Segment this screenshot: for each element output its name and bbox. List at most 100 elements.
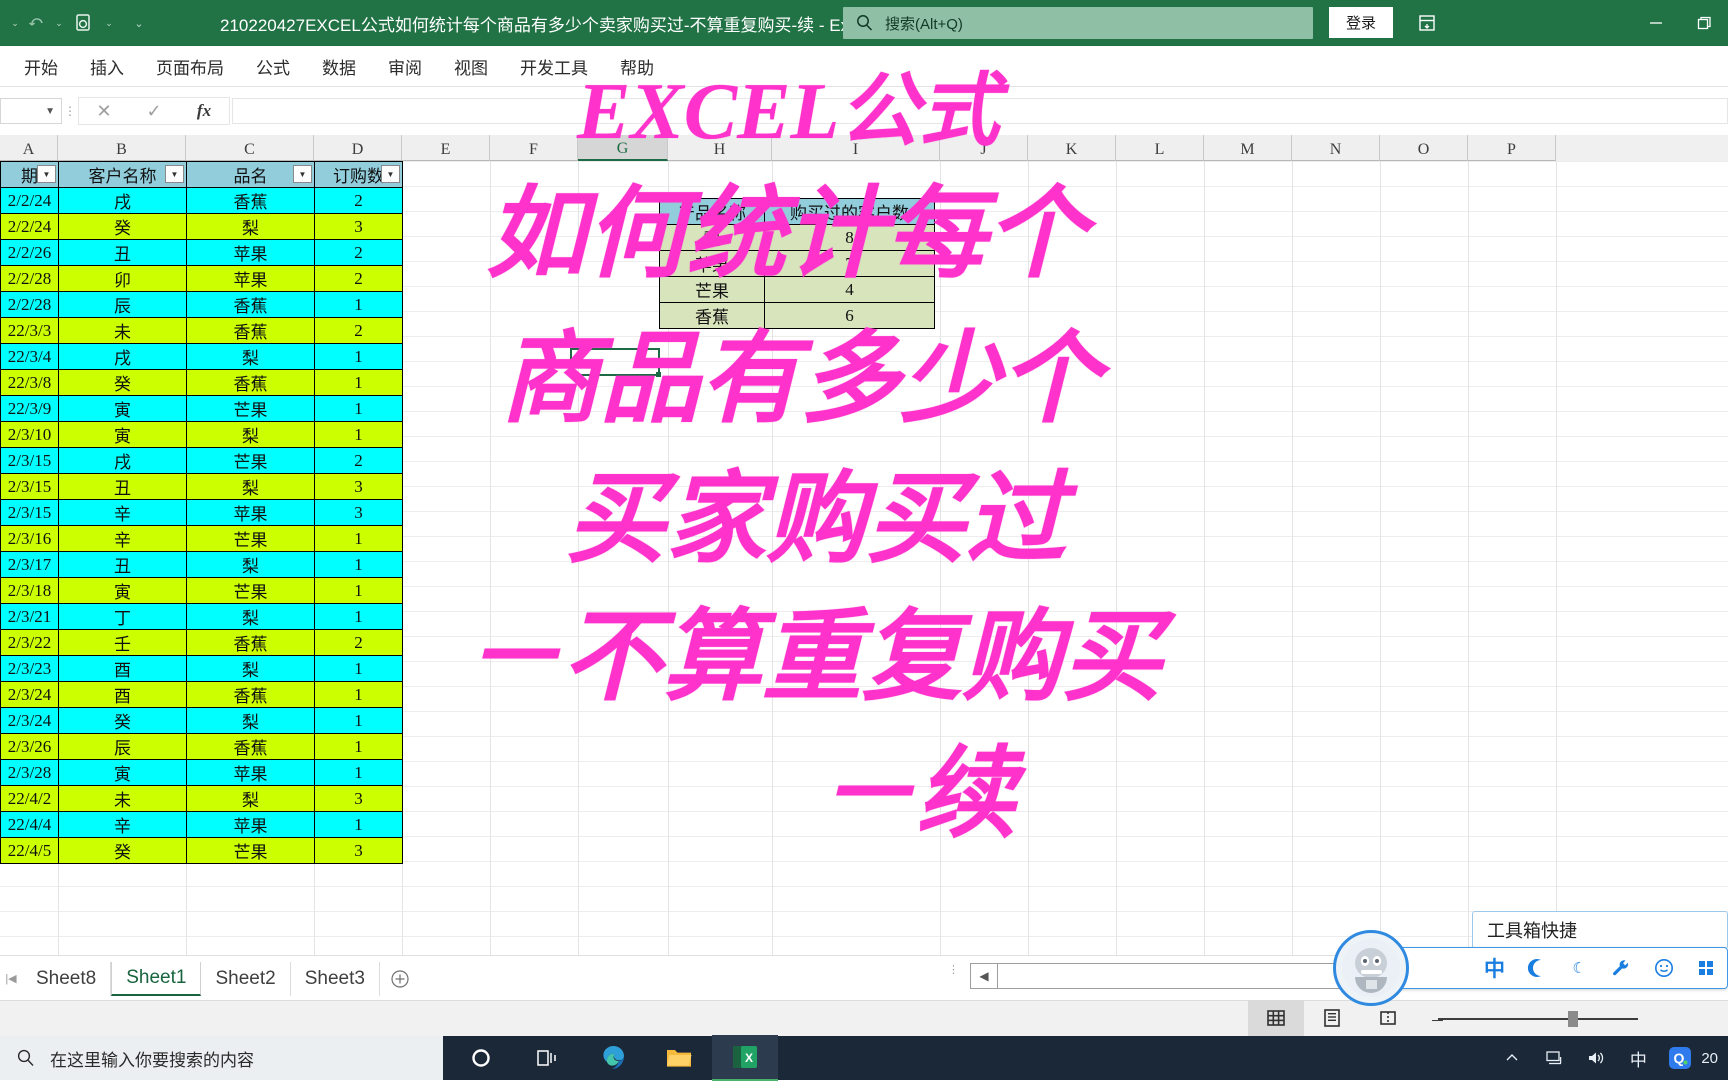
cell-date[interactable]: 2/3/16	[0, 525, 59, 552]
cell-product[interactable]: 梨	[186, 785, 315, 812]
tab-home[interactable]: 开始	[8, 50, 74, 83]
cell-qty[interactable]: 3	[314, 499, 403, 526]
task-view-icon[interactable]	[514, 1036, 580, 1080]
cell-product[interactable]: 芒果	[186, 395, 315, 422]
column-header-k[interactable]: K	[1028, 135, 1116, 161]
cell-customer[interactable]: 酉	[58, 681, 187, 708]
cell-customer[interactable]: 辛	[58, 525, 187, 552]
cell-product[interactable]: 苹果	[186, 811, 315, 838]
cell-qty[interactable]: 3	[314, 785, 403, 812]
table-row[interactable]: 2/3/22 壬香蕉 2	[0, 629, 403, 656]
filter-dropdown-icon[interactable]: ▼	[37, 165, 56, 183]
show-hidden-icons[interactable]	[1491, 1036, 1533, 1080]
column-header-o[interactable]: O	[1380, 135, 1468, 161]
zoom-out-button[interactable]: －	[1430, 1010, 1445, 1031]
cell-date[interactable]: 2/3/18	[0, 577, 59, 604]
table-row[interactable]: 22/4/5 癸芒果 3	[0, 837, 403, 864]
table-row[interactable]: 2/2/28 辰香蕉 1	[0, 291, 403, 318]
cell-product[interactable]: 梨	[186, 421, 315, 448]
table-row[interactable]: 22/4/4 辛苹果 1	[0, 811, 403, 838]
cell-date[interactable]: 2/3/24	[0, 681, 59, 708]
tab-developer[interactable]: 开发工具	[504, 50, 604, 83]
cell-product[interactable]: 梨	[186, 655, 315, 682]
normal-view-icon[interactable]	[1248, 1000, 1304, 1036]
filter-dropdown-icon[interactable]: ▼	[165, 165, 184, 183]
cell-product[interactable]: 香蕉	[186, 369, 315, 396]
add-sheet-button[interactable]	[380, 968, 420, 990]
cell-date[interactable]: 22/3/3	[0, 317, 59, 344]
ime-assistant-avatar[interactable]	[1333, 930, 1409, 1006]
cell-qty[interactable]: 2	[314, 629, 403, 656]
tab-help[interactable]: 帮助	[604, 50, 670, 83]
cell-date[interactable]: 22/4/5	[0, 837, 59, 864]
excel-icon[interactable]: X	[712, 1035, 778, 1081]
fill-handle[interactable]	[656, 372, 661, 377]
cell-qty[interactable]: 3	[314, 213, 403, 240]
cell-qty[interactable]: 3	[314, 473, 403, 500]
column-header-a[interactable]: A	[0, 135, 58, 161]
cell-customer[interactable]: 寅	[58, 577, 187, 604]
network-icon[interactable]	[1533, 1036, 1575, 1080]
table-row[interactable]: 2/3/28 寅苹果 1	[0, 759, 403, 786]
cell-date[interactable]: 2/2/24	[0, 213, 59, 240]
cell-customer[interactable]: 癸	[58, 213, 187, 240]
cell-qty[interactable]: 1	[314, 811, 403, 838]
cell-customer[interactable]: 戌	[58, 187, 187, 214]
page-layout-icon[interactable]	[1304, 1000, 1360, 1036]
minimize-button[interactable]	[1632, 0, 1680, 46]
file-explorer-icon[interactable]	[646, 1036, 712, 1080]
cell-qty[interactable]: 1	[314, 343, 403, 370]
ime-cn-indicator[interactable]: 中	[1617, 1036, 1659, 1080]
cell-customer[interactable]: 寅	[58, 421, 187, 448]
enter-icon[interactable]: ✓	[129, 98, 179, 124]
table-row[interactable]: 2/3/15 丑梨 3	[0, 473, 403, 500]
cell-date[interactable]: 2/3/22	[0, 629, 59, 656]
cell-qty[interactable]: 2	[314, 447, 403, 474]
cell-customer[interactable]: 寅	[58, 395, 187, 422]
cell-qty[interactable]: 2	[314, 317, 403, 344]
cell-qty[interactable]: 1	[314, 395, 403, 422]
result-row[interactable]: 香蕉 6	[659, 302, 935, 329]
cell-customer-count[interactable]: 6	[764, 302, 935, 329]
table-row[interactable]: 2/3/15 辛苹果 3	[0, 499, 403, 526]
cell-qty[interactable]: 1	[314, 551, 403, 578]
cell-date[interactable]: 2/3/17	[0, 551, 59, 578]
table-row[interactable]: 2/3/18 寅芒果 1	[0, 577, 403, 604]
cell-customer[interactable]: 未	[58, 317, 187, 344]
ime-emoji-icon[interactable]	[1642, 948, 1684, 988]
taskbar-clock[interactable]: 20	[1701, 1050, 1722, 1067]
cell-product[interactable]: 苹果	[186, 239, 315, 266]
scroll-left-icon[interactable]: ◀	[971, 964, 998, 988]
column-header-j[interactable]: J	[940, 135, 1028, 161]
cell-date[interactable]: 22/3/9	[0, 395, 59, 422]
active-cell-selection[interactable]	[570, 348, 661, 377]
cell-customer[interactable]: 癸	[58, 369, 187, 396]
save-icon[interactable]	[68, 8, 100, 38]
cell-date[interactable]: 2/2/28	[0, 265, 59, 292]
zoom-knob[interactable]	[1568, 1011, 1578, 1027]
sheet-nav-first-icon[interactable]: |◀	[0, 972, 22, 985]
cell-date[interactable]: 2/3/21	[0, 603, 59, 630]
ime-moon-icon[interactable]	[1516, 948, 1558, 988]
cell-product[interactable]: 香蕉	[186, 629, 315, 656]
zoom-slider[interactable]: －	[1430, 1000, 1660, 1036]
column-header-f[interactable]: F	[490, 135, 578, 161]
cell-qty[interactable]: 3	[314, 837, 403, 864]
cell-customer[interactable]: 辛	[58, 811, 187, 838]
cortana-icon[interactable]	[448, 1036, 514, 1080]
cell-product[interactable]: 香蕉	[186, 187, 315, 214]
cell-customer-count[interactable]: 4	[764, 276, 935, 303]
column-header-c[interactable]: C	[186, 135, 314, 161]
cell-qty[interactable]: 2	[314, 265, 403, 292]
cell-date[interactable]: 2/3/10	[0, 421, 59, 448]
cell-date[interactable]: 2/3/15	[0, 499, 59, 526]
cell-date[interactable]: 2/3/15	[0, 447, 59, 474]
cell-qty[interactable]: 1	[314, 421, 403, 448]
cell-product[interactable]: 苹果	[186, 499, 315, 526]
customize-quick-access-icon[interactable]: ⌄	[132, 9, 146, 37]
cell-date[interactable]: 2/3/23	[0, 655, 59, 682]
cell-product[interactable]: 梨	[186, 603, 315, 630]
cell-product[interactable]: 梨	[186, 473, 315, 500]
column-header-d[interactable]: D	[314, 135, 402, 161]
edge-icon[interactable]	[580, 1036, 646, 1080]
